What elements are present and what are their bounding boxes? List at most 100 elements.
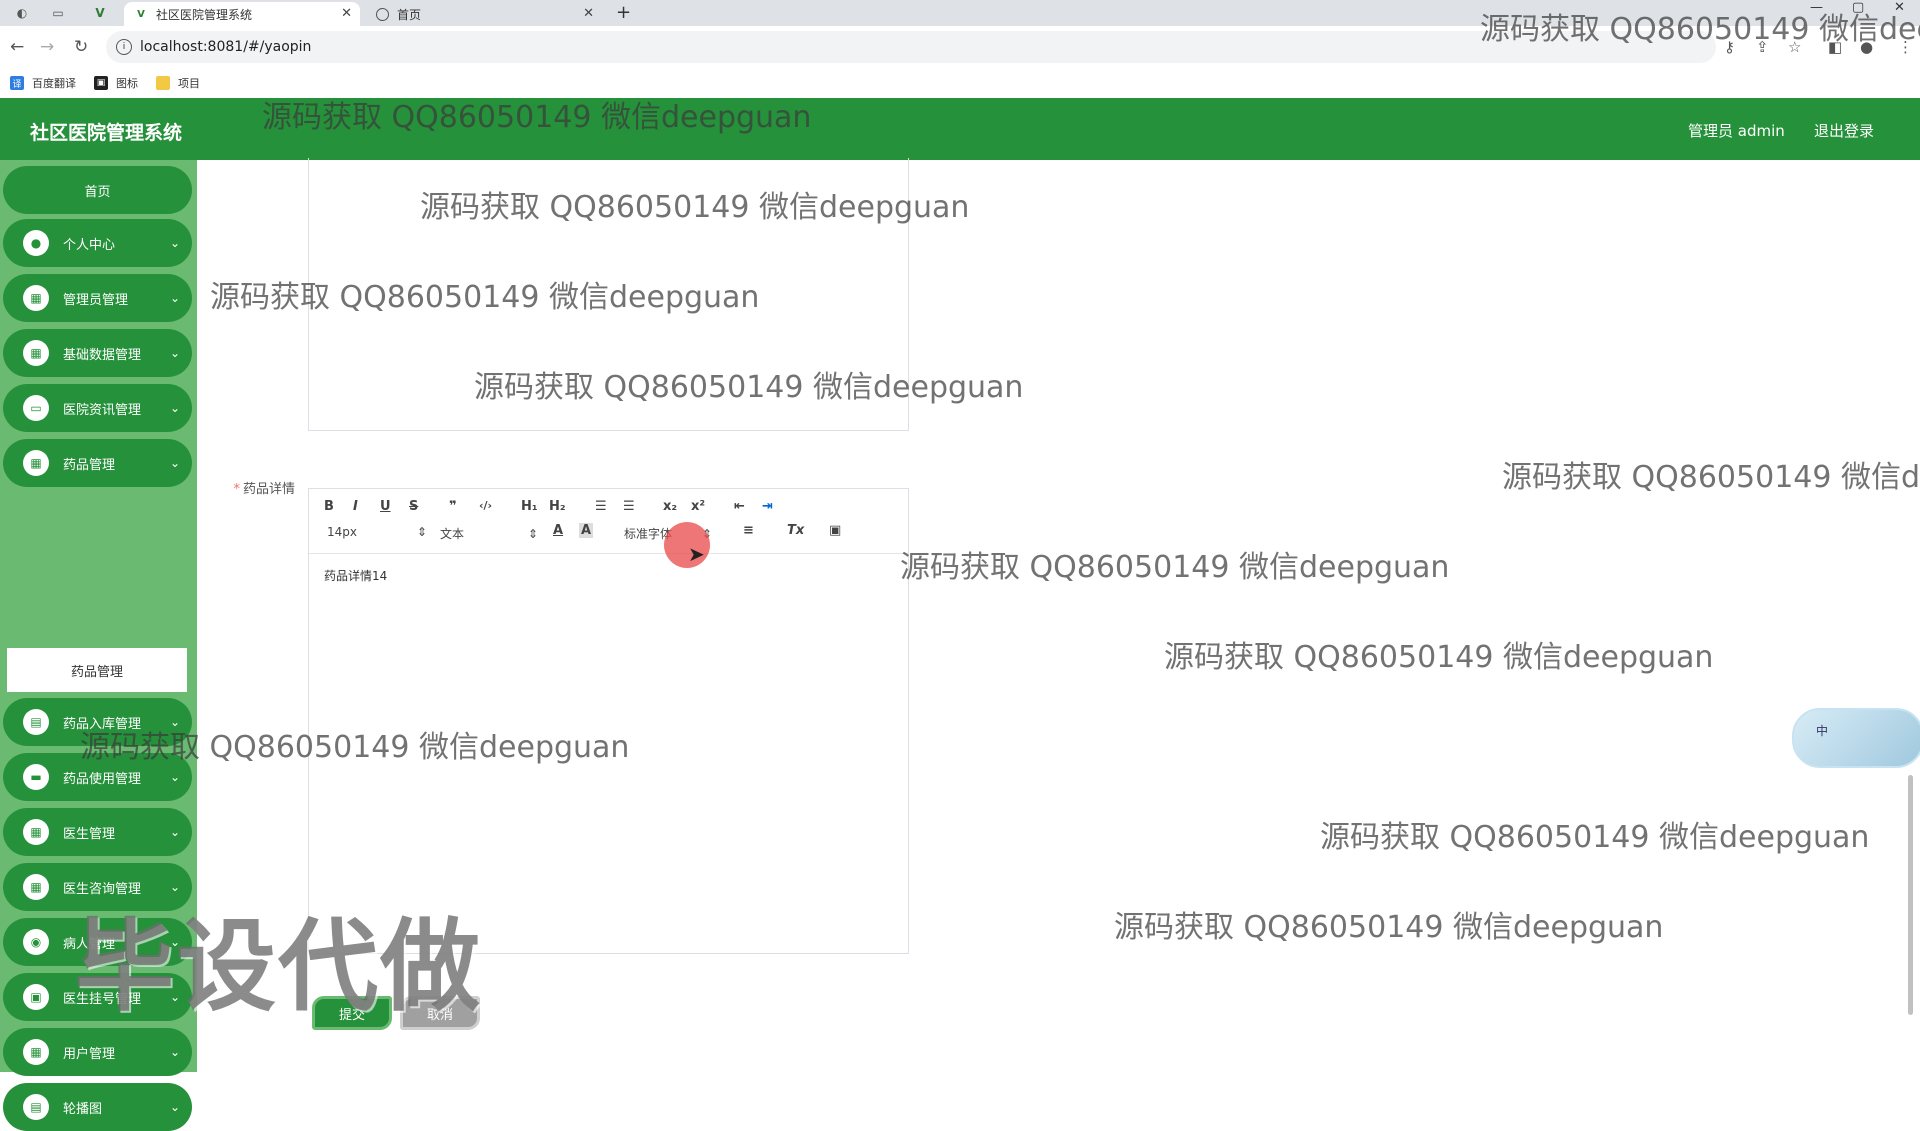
page-scrollbar[interactable]	[1908, 775, 1913, 1015]
indent-icon[interactable]: ⇥	[762, 499, 773, 514]
subscript-icon[interactable]: x₂	[663, 499, 677, 514]
grid-icon: ▦	[23, 874, 49, 900]
superscript-icon[interactable]: x²	[691, 499, 705, 514]
close-icon[interactable]: ✕	[341, 6, 352, 21]
tab-title: 首页	[397, 7, 422, 22]
quote-icon[interactable]: ❞	[449, 499, 457, 514]
new-tab-button[interactable]: +	[616, 2, 631, 23]
clipboard-icon: ▤	[23, 709, 49, 735]
translate-icon: 译	[10, 76, 24, 90]
code-icon[interactable]: ‹/›	[479, 499, 492, 512]
doc-icon: ▤	[23, 1094, 49, 1120]
chevron-down-icon: ⌄	[169, 825, 180, 839]
watermark: 源码获取 QQ86050149 微信deepguan	[1502, 460, 1920, 495]
grid-icon: ▦	[23, 285, 49, 311]
sidebar-item-users[interactable]: ▦ 用户管理 ⌄	[3, 1028, 192, 1076]
underline-icon[interactable]: U	[380, 499, 391, 514]
chevron-down-icon: ⌄	[169, 456, 180, 470]
grid-icon: ▦	[23, 340, 49, 366]
vue-icon: V	[137, 8, 145, 20]
sidebar-item-personal[interactable]: ● 个人中心 ⌄	[3, 219, 192, 267]
url-input[interactable]: i localhost:8081/#/yaopin	[106, 31, 1716, 63]
globe-icon	[376, 7, 389, 21]
chevron-down-icon: ⌄	[169, 291, 180, 305]
tab-active[interactable]: V 社区医院管理系统 ✕	[124, 2, 360, 26]
editor-toolbar: B I U S ❞ ‹/› H₁ H₂ ☰ ☰ x₂ x² ⇤ ⇥ 14px ⇕…	[309, 489, 908, 554]
chevron-updown-icon: ⇕	[527, 527, 538, 541]
detail-field-label: * 药品详情	[233, 482, 295, 497]
ime-widget[interactable]: 中	[1792, 708, 1920, 768]
sidebar-item-home[interactable]: 首页	[3, 166, 192, 214]
watermark: 源码获取 QQ86050149 微信deepguan	[1114, 910, 1664, 945]
chevron-down-icon: ⌄	[169, 770, 180, 784]
vue-icon[interactable]: V	[92, 5, 108, 21]
chat-icon: ▬	[23, 764, 49, 790]
outdent-icon[interactable]: ⇤	[734, 499, 745, 514]
strike-icon[interactable]: S	[409, 499, 418, 514]
sidebar-item-doctors[interactable]: ▦ 医生管理 ⌄	[3, 808, 192, 856]
image-insert-icon[interactable]: ▣	[829, 523, 841, 538]
heading1-icon[interactable]: H₁	[521, 499, 538, 514]
italic-icon[interactable]: I	[353, 499, 358, 514]
watermark: 源码获取 QQ86050149 微信deepguan	[262, 100, 812, 135]
mouse-cursor-icon: ➤	[688, 542, 705, 566]
ordered-list-icon[interactable]: ☰	[595, 499, 607, 514]
chevron-down-icon: ⌄	[169, 401, 180, 415]
background-color-icon[interactable]: A	[579, 523, 594, 538]
tab-title: 社区医院管理系统	[156, 7, 253, 22]
sidebar-item-basedata[interactable]: ▦ 基础数据管理 ⌄	[3, 329, 192, 377]
text-type-select[interactable]: 文本 ⇕	[440, 525, 538, 542]
forward-icon[interactable]: →	[40, 37, 54, 57]
monitor-icon: ▭	[23, 395, 49, 421]
chevron-down-icon: ⌄	[169, 1100, 180, 1114]
watermark: 源码获取 QQ86050149 微信deepguan	[1480, 12, 1920, 47]
font-color-icon[interactable]: A	[553, 523, 563, 538]
chevron-down-icon: ⌄	[169, 236, 180, 250]
bookmark-project[interactable]: 项目	[156, 75, 200, 91]
watermark: 源码获取 QQ86050149 微信deepguan	[80, 730, 630, 765]
person-icon: ●	[23, 230, 49, 256]
location-icon: ◉	[23, 929, 49, 955]
chevron-down-icon: ⌄	[169, 1045, 180, 1059]
sidebar-item-admins[interactable]: ▦ 管理员管理 ⌄	[3, 274, 192, 322]
github-icon[interactable]: ◐	[14, 5, 30, 21]
blank-tab-icon[interactable]: ▭	[50, 5, 66, 21]
folder-icon	[156, 76, 170, 90]
big-watermark: 毕设代做	[74, 908, 482, 1025]
align-icon[interactable]: ≡	[743, 523, 754, 538]
ticket-icon: ▣	[23, 984, 49, 1010]
editor-content[interactable]: 药品详情14	[324, 567, 387, 584]
watermark: 源码获取 QQ86050149 微信deepguan	[1164, 640, 1714, 675]
app-title: 社区医院管理系统	[30, 122, 183, 144]
watermark: 源码获取 QQ86050149 微信deepguan	[420, 190, 970, 225]
watermark: 源码获取 QQ86050149 微信deepguan	[900, 550, 1450, 585]
watermark: 源码获取 QQ86050149 微信deepguan	[210, 280, 760, 315]
bookmark-icons[interactable]: ▣ 图标	[94, 75, 138, 91]
chevron-updown-icon: ⇕	[416, 525, 427, 539]
url-text: localhost:8081/#/yaopin	[140, 39, 312, 55]
sidebar-item-carousel[interactable]: ▤ 轮播图 ⌄	[3, 1083, 192, 1131]
heading2-icon[interactable]: H₂	[549, 499, 566, 514]
close-icon[interactable]: ✕	[583, 6, 594, 21]
sidebar-item-medicine[interactable]: ▦ 药品管理 ⌄	[3, 439, 192, 487]
user-info: 管理员 admin	[1688, 122, 1785, 140]
required-icon: *	[233, 482, 240, 497]
bold-icon[interactable]: B	[324, 499, 334, 514]
clear-format-icon[interactable]: Tx	[787, 523, 804, 538]
info-icon[interactable]: i	[116, 39, 132, 55]
font-size-select[interactable]: 14px ⇕	[327, 525, 427, 539]
tab-home[interactable]: 首页 ✕	[366, 2, 602, 26]
ime-label: 中	[1816, 724, 1829, 738]
watermark: 源码获取 QQ86050149 微信deepguan	[474, 370, 1024, 405]
back-icon[interactable]: ←	[10, 37, 24, 57]
sidebar-item-news[interactable]: ▭ 医院资讯管理 ⌄	[3, 384, 192, 432]
grid-icon: ▦	[23, 819, 49, 845]
grid-icon: ▦	[23, 450, 49, 476]
sidebar-subitem-medicine[interactable]: 药品管理	[7, 648, 187, 692]
reload-icon[interactable]: ↻	[74, 37, 88, 57]
bookmark-fanyi[interactable]: 译 百度翻译	[10, 75, 76, 91]
logout-link[interactable]: 退出登录	[1814, 120, 1874, 141]
chevron-down-icon: ⌄	[169, 346, 180, 360]
bullet-list-icon[interactable]: ☰	[623, 499, 635, 514]
watermark: 源码获取 QQ86050149 微信deepguan	[1320, 820, 1870, 855]
